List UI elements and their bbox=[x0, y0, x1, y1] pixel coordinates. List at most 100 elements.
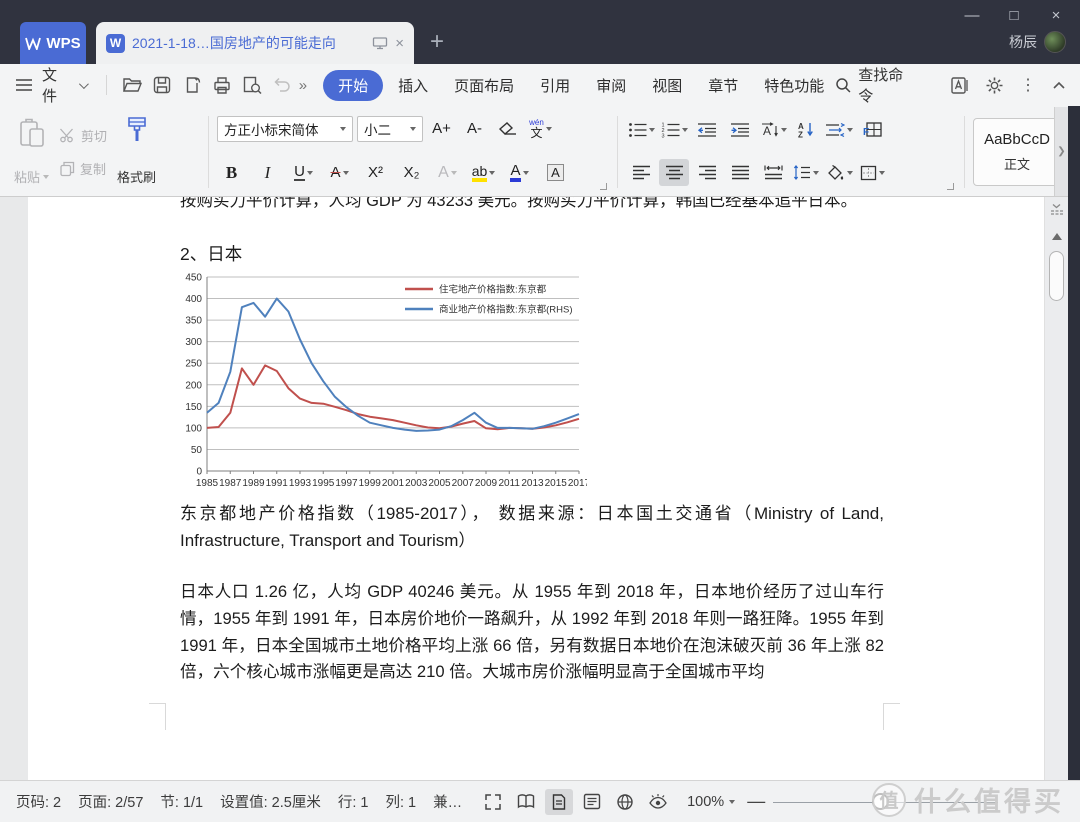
tab-special-features[interactable]: 特色功能 bbox=[753, 70, 835, 101]
status-page-number[interactable]: 页码: 2 bbox=[16, 791, 61, 812]
document-tab[interactable]: W 2021-1-18…国房地产的可能走向 × bbox=[96, 22, 414, 64]
svg-text:商业地产价格指数:东京都(RHS): 商业地产价格指数:东京都(RHS) bbox=[439, 304, 573, 316]
file-menu-button[interactable]: 文件 bbox=[42, 64, 86, 106]
tab-view[interactable]: 视图 bbox=[641, 70, 693, 101]
status-compat-mode[interactable]: 兼… bbox=[433, 791, 462, 812]
save-button[interactable] bbox=[147, 71, 177, 99]
decrease-font-button[interactable]: A- bbox=[460, 115, 489, 142]
collapse-ribbon-icon[interactable] bbox=[1052, 81, 1066, 90]
paste-button[interactable]: 粘贴 bbox=[14, 112, 49, 192]
scissors-icon bbox=[59, 128, 76, 143]
increase-indent-button[interactable] bbox=[725, 116, 755, 143]
strikethrough-button[interactable]: A bbox=[325, 159, 354, 186]
zoom-in-button[interactable]: + bbox=[1004, 792, 1014, 812]
distribute-icon bbox=[764, 165, 783, 180]
highlight-button[interactable]: ab bbox=[469, 159, 498, 186]
find-command-search[interactable]: 查找命令 bbox=[835, 64, 918, 106]
distribute-button[interactable] bbox=[758, 159, 788, 186]
status-column: 列: 1 bbox=[385, 791, 416, 812]
align-right-button[interactable] bbox=[692, 159, 722, 186]
copy-button[interactable]: 复制 bbox=[59, 159, 107, 178]
read-mode-button[interactable] bbox=[512, 789, 540, 815]
export-pdf-button[interactable] bbox=[177, 71, 207, 99]
eye-icon bbox=[648, 793, 668, 810]
justify-button[interactable] bbox=[725, 159, 755, 186]
text-direction-button[interactable]: A bbox=[758, 116, 788, 143]
gear-icon[interactable] bbox=[985, 76, 1004, 95]
print-preview-button[interactable] bbox=[237, 71, 267, 99]
fullscreen-button[interactable] bbox=[479, 789, 507, 815]
minimize-button[interactable]: — bbox=[958, 4, 986, 26]
cut-button[interactable]: 剪切 bbox=[59, 126, 107, 145]
format-painter-button[interactable]: 格式刷 bbox=[117, 112, 156, 192]
zoom-slider[interactable] bbox=[773, 789, 998, 815]
scrollbar-thumb[interactable] bbox=[1049, 251, 1064, 301]
status-margin-setting[interactable]: 设置值: 2.5厘米 bbox=[220, 791, 321, 812]
undo-button[interactable] bbox=[267, 71, 297, 99]
shading-button[interactable] bbox=[824, 159, 854, 186]
find-replace-icon[interactable] bbox=[950, 76, 969, 95]
style-normal[interactable]: AaBbCcD 正文 bbox=[973, 118, 1061, 186]
print-layout-button[interactable] bbox=[545, 789, 573, 815]
tab-page-layout[interactable]: 页面布局 bbox=[443, 70, 525, 101]
kebab-menu-icon[interactable]: ⋮ bbox=[1020, 75, 1036, 95]
avatar[interactable] bbox=[1044, 31, 1066, 53]
statusbar: 页码: 2 页面: 2/57 节: 1/1 设置值: 2.5厘米 行: 1 列:… bbox=[0, 780, 1080, 822]
outline-mode-button[interactable] bbox=[578, 789, 606, 815]
paragraph-dialog-launcher[interactable] bbox=[947, 183, 954, 190]
more-commands-button[interactable]: » bbox=[299, 77, 307, 94]
wps-home-button[interactable]: WPS bbox=[20, 22, 86, 64]
underline-button[interactable]: U bbox=[289, 159, 318, 186]
line-spacing-button[interactable] bbox=[791, 159, 821, 186]
zoom-out-button[interactable]: — bbox=[747, 791, 765, 812]
document-page[interactable]: 按购买力平价计算，人均 GDP 为 43233 美元。按购买力平价计算，韩国已经… bbox=[28, 197, 1044, 780]
font-color-button[interactable]: A bbox=[505, 159, 534, 186]
font-dialog-launcher[interactable] bbox=[600, 183, 607, 190]
font-size-select[interactable]: 小二 bbox=[357, 116, 423, 142]
status-section[interactable]: 节: 1/1 bbox=[160, 791, 203, 812]
table-tool-button[interactable]: F bbox=[857, 116, 887, 143]
align-left-button[interactable] bbox=[626, 159, 656, 186]
tab-references[interactable]: 引用 bbox=[529, 70, 581, 101]
tab-home[interactable]: 开始 bbox=[323, 70, 383, 101]
bullet-list-button[interactable] bbox=[626, 116, 656, 143]
borders-button[interactable] bbox=[857, 159, 887, 186]
web-layout-button[interactable] bbox=[611, 789, 639, 815]
tab-section[interactable]: 章节 bbox=[697, 70, 749, 101]
print-button[interactable] bbox=[207, 71, 237, 99]
phonetic-guide-button[interactable]: wén 文 bbox=[526, 115, 555, 142]
clear-format-button[interactable] bbox=[493, 115, 522, 142]
user-account[interactable]: 杨辰 bbox=[1009, 31, 1066, 53]
hamburger-menu-icon[interactable] bbox=[14, 77, 34, 93]
maximize-button[interactable]: □ bbox=[1000, 4, 1028, 26]
new-tab-button[interactable]: + bbox=[430, 28, 444, 56]
font-name-select[interactable]: 方正小标宋简体 bbox=[217, 116, 353, 142]
show-marks-button[interactable] bbox=[824, 116, 854, 143]
superscript-button[interactable]: X² bbox=[361, 159, 390, 186]
tab-close-icon[interactable]: × bbox=[395, 35, 404, 52]
zoom-slider-knob[interactable] bbox=[872, 793, 889, 810]
tab-insert[interactable]: 插入 bbox=[387, 70, 439, 101]
italic-button[interactable]: I bbox=[253, 159, 282, 186]
status-pages[interactable]: 页面: 2/57 bbox=[78, 791, 143, 812]
open-file-button[interactable] bbox=[117, 71, 147, 99]
svg-text:1997: 1997 bbox=[335, 478, 358, 489]
bold-button[interactable]: B bbox=[217, 159, 246, 186]
styles-gallery-more[interactable]: ❯ bbox=[1054, 107, 1068, 196]
scroll-up-arrow[interactable] bbox=[1052, 233, 1062, 240]
sort-button[interactable]: AZ bbox=[791, 116, 821, 143]
eye-protect-button[interactable] bbox=[644, 789, 672, 815]
zoom-level-button[interactable]: 100% bbox=[687, 794, 735, 810]
decrease-indent-button[interactable] bbox=[692, 116, 722, 143]
tab-review[interactable]: 审阅 bbox=[585, 70, 637, 101]
nav-widget-icon[interactable] bbox=[1049, 203, 1064, 215]
present-monitor-icon[interactable] bbox=[372, 36, 388, 50]
subscript-button[interactable]: X₂ bbox=[397, 159, 426, 186]
vertical-scrollbar[interactable] bbox=[1044, 197, 1068, 780]
text-effect-button[interactable]: A bbox=[433, 159, 462, 186]
numbered-list-button[interactable]: 123 bbox=[659, 116, 689, 143]
char-border-button[interactable]: A bbox=[541, 159, 570, 186]
close-button[interactable]: × bbox=[1042, 4, 1070, 26]
increase-font-button[interactable]: A+ bbox=[427, 115, 456, 142]
align-center-button[interactable] bbox=[659, 159, 689, 186]
